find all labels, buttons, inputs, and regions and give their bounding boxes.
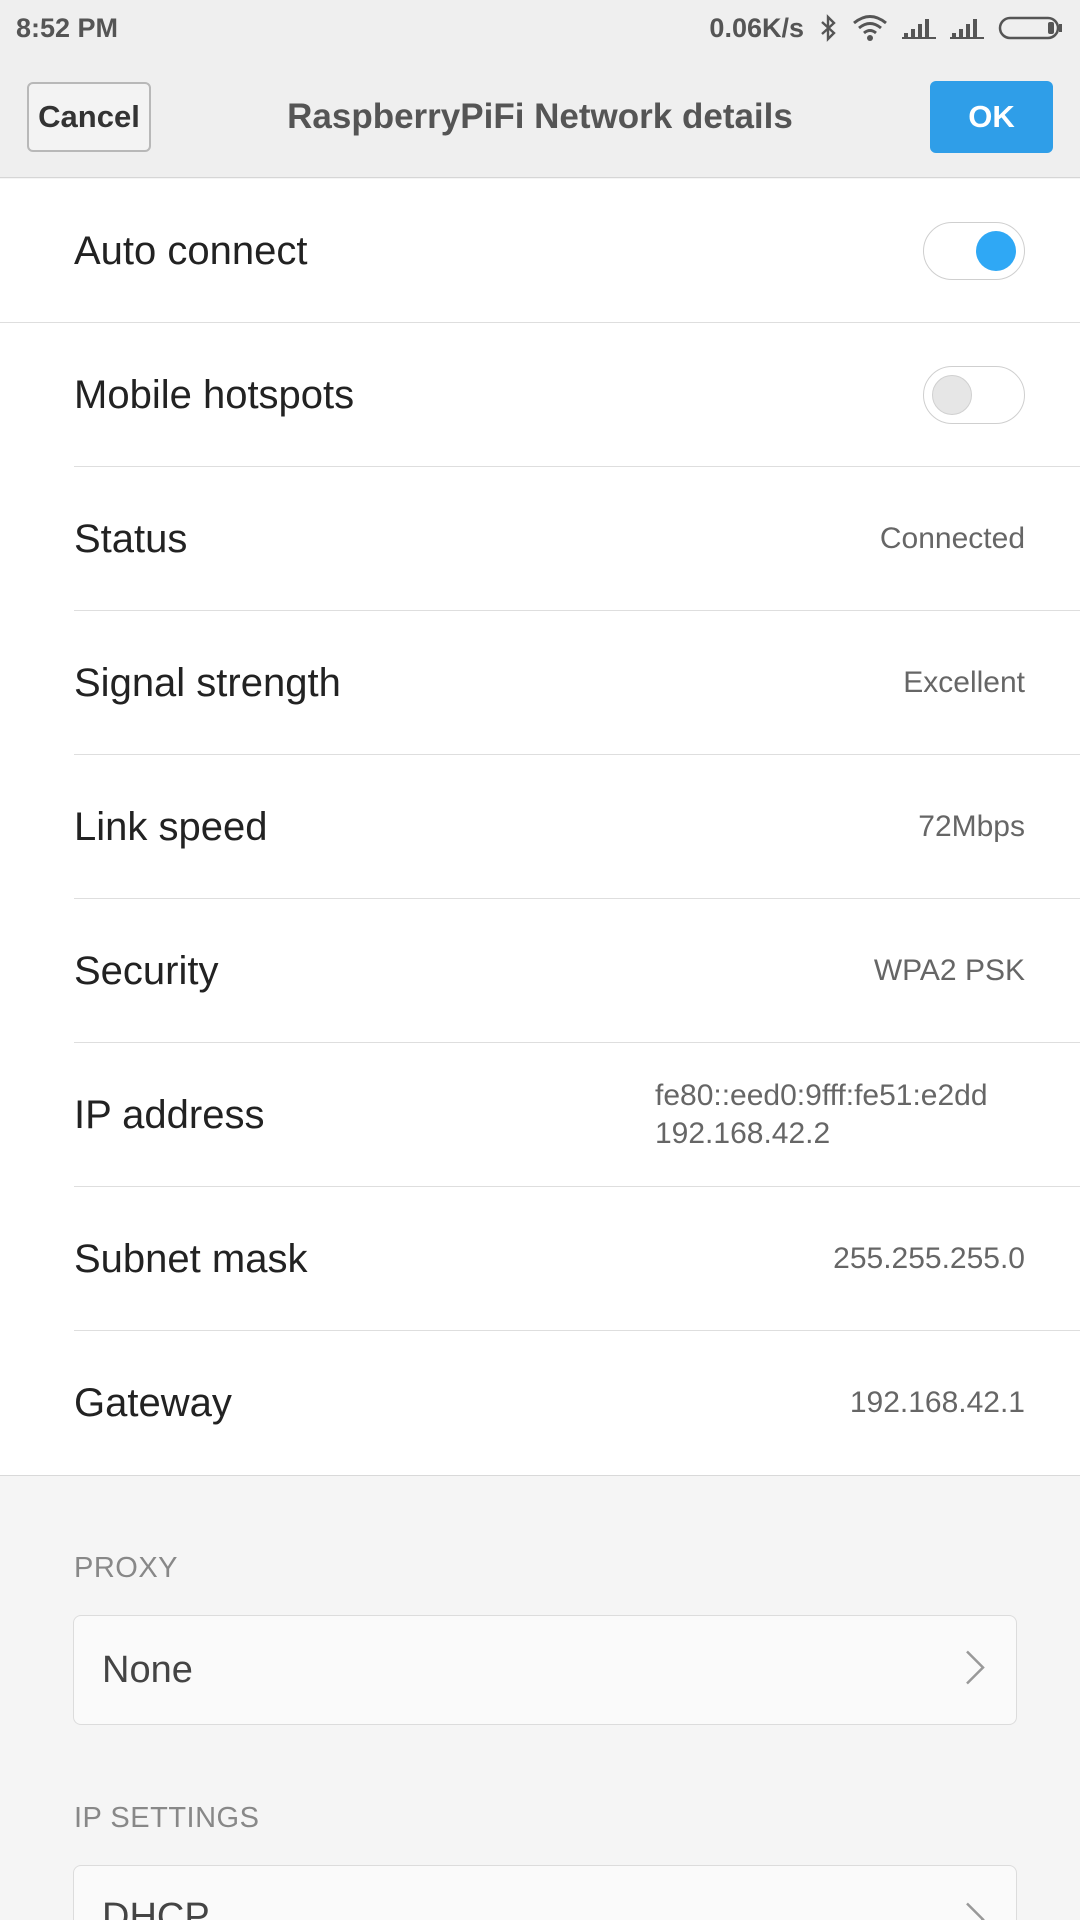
auto-connect-toggle[interactable]: [923, 222, 1025, 280]
signal-icon: [950, 15, 984, 41]
ipv4-address: 192.168.42.2: [655, 1117, 831, 1150]
auto-connect-row[interactable]: Auto connect: [0, 179, 1080, 323]
ip-address-value: fe80::eed0:9fff:fe51:e2dd 192.168.42.2: [655, 1077, 988, 1153]
subnet-mask-value: 255.255.255.0: [833, 1242, 1025, 1275]
network-speed: 0.06K/s: [709, 12, 804, 43]
mobile-hotspots-row[interactable]: Mobile hotspots: [0, 323, 1080, 467]
link-speed-label: Link speed: [74, 804, 268, 849]
mobile-hotspots-label: Mobile hotspots: [74, 372, 355, 417]
security-row: Security WPA2 PSK: [0, 899, 1080, 1043]
signal-icon: [902, 15, 936, 41]
ip-address-label: IP address: [74, 1092, 265, 1137]
subnet-mask-row: Subnet mask 255.255.255.0: [0, 1187, 1080, 1331]
toggle-knob: [976, 231, 1016, 271]
gateway-value: 192.168.42.1: [849, 1386, 1025, 1419]
status-bar: 8:52 PM 0.06K/s: [0, 0, 1080, 56]
wifi-icon: [852, 14, 888, 42]
ip-settings-value: DHCP: [102, 1896, 210, 1920]
network-details-list: Auto connect Mobile hotspots Status Conn…: [0, 179, 1080, 1476]
link-speed-row: Link speed 72Mbps: [0, 755, 1080, 899]
proxy-select[interactable]: None: [73, 1615, 1017, 1725]
ip-settings-section-label: IP SETTINGS: [74, 1802, 260, 1834]
status-label: Status: [74, 516, 188, 561]
signal-strength-value: Excellent: [903, 666, 1025, 699]
cancel-button[interactable]: Cancel: [27, 82, 151, 152]
battery-icon: [998, 14, 1064, 42]
status-time: 8:52 PM: [16, 12, 119, 43]
chevron-right-icon: [964, 1901, 986, 1920]
link-speed-value: 72Mbps: [918, 810, 1025, 843]
ip-settings-select[interactable]: DHCP: [73, 1865, 1017, 1920]
status-value: Connected: [879, 522, 1025, 555]
title-bar: Cancel RaspberryPiFi Network details OK: [0, 56, 1080, 178]
proxy-value: None: [102, 1648, 193, 1691]
security-value: WPA2 PSK: [873, 954, 1025, 987]
status-icons: 0.06K/s: [709, 13, 1064, 44]
auto-connect-label: Auto connect: [74, 228, 308, 273]
security-label: Security: [74, 948, 219, 993]
gateway-row: Gateway 192.168.42.1: [0, 1331, 1080, 1475]
ok-button[interactable]: OK: [930, 81, 1053, 153]
subnet-mask-label: Subnet mask: [74, 1236, 308, 1281]
signal-strength-label: Signal strength: [74, 660, 341, 705]
bluetooth-icon: [818, 14, 838, 42]
chevron-right-icon: [964, 1649, 986, 1692]
signal-strength-row: Signal strength Excellent: [0, 611, 1080, 755]
mobile-hotspots-toggle[interactable]: [923, 366, 1025, 424]
page-title: RaspberryPiFi Network details: [287, 97, 793, 136]
proxy-section-label: PROXY: [74, 1552, 179, 1584]
status-row: Status Connected: [0, 467, 1080, 611]
ipv6-address: fe80::eed0:9fff:fe51:e2dd: [655, 1079, 988, 1112]
ip-address-row: IP address fe80::eed0:9fff:fe51:e2dd 192…: [0, 1043, 1080, 1187]
gateway-label: Gateway: [74, 1380, 232, 1425]
toggle-knob: [932, 375, 972, 415]
